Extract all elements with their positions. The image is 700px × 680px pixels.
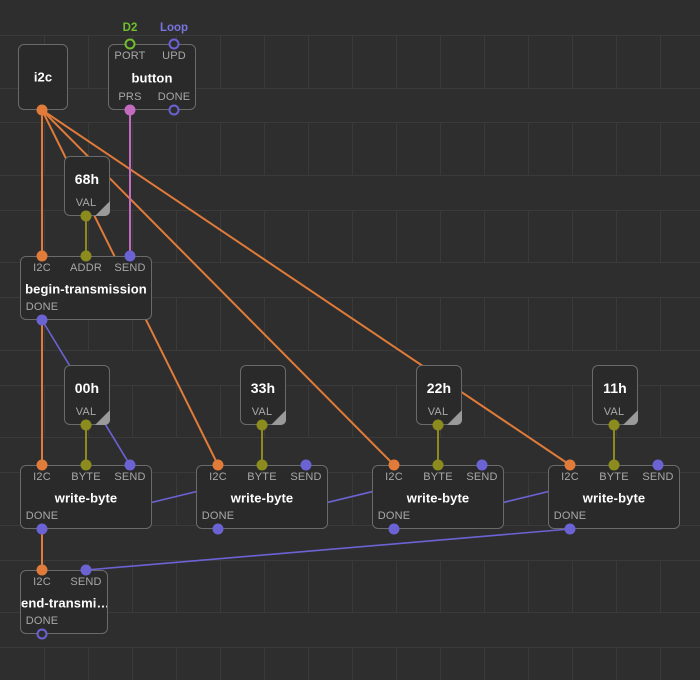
node-i2c-title: i2c xyxy=(33,69,53,85)
pin-wb2-done-label: DONE xyxy=(201,510,235,522)
pin-button-done[interactable] xyxy=(168,104,180,116)
node-write-byte-2-title: write-byte xyxy=(230,490,294,506)
pin-button-upd-label: UPD xyxy=(162,50,186,62)
pin-wb3-send-label: SEND xyxy=(466,471,498,483)
pin-wb3-byte[interactable] xyxy=(432,459,444,471)
pin-begin-done[interactable] xyxy=(36,314,48,326)
node-constant-33h-title: 33h xyxy=(250,380,276,396)
pin-button-port-label: PORT xyxy=(114,50,146,62)
pin-begin-i2c[interactable] xyxy=(36,250,48,262)
pin-wb2-byte-label: BYTE xyxy=(247,471,277,483)
pin-i2c-out[interactable] xyxy=(36,104,48,116)
pin-wb3-send[interactable] xyxy=(476,459,488,471)
pin-33h-val[interactable] xyxy=(256,419,268,431)
pin-68h-val[interactable] xyxy=(80,210,92,222)
node-write-byte-1-title: write-byte xyxy=(54,490,118,506)
node-i2c[interactable]: i2c xyxy=(18,44,68,110)
pin-button-upd[interactable] xyxy=(168,38,180,50)
pin-wb4-done[interactable] xyxy=(564,523,576,535)
pin-end-i2c[interactable] xyxy=(36,564,48,576)
pin-wb4-byte-label: BYTE xyxy=(599,471,629,483)
node-constant-11h-title: 11h xyxy=(603,380,627,396)
node-constant-22h-title: 22h xyxy=(426,380,452,396)
dog-ear-icon xyxy=(623,410,638,425)
node-write-byte-4-title: write-byte xyxy=(582,490,646,506)
pin-begin-send[interactable] xyxy=(124,250,136,262)
node-write-byte-3-title: write-byte xyxy=(406,490,470,506)
pin-begin-send-label: SEND xyxy=(114,262,146,274)
pin-wb4-byte[interactable] xyxy=(608,459,620,471)
pin-button-prs[interactable] xyxy=(124,104,136,116)
pin-wb2-byte[interactable] xyxy=(256,459,268,471)
dog-ear-icon xyxy=(447,410,462,425)
pin-button-prs-label: PRS xyxy=(118,91,142,103)
pin-wb2-send[interactable] xyxy=(300,459,312,471)
pin-wb1-done-label: DONE xyxy=(25,510,59,522)
pin-wb3-done-label: DONE xyxy=(377,510,411,522)
pin-wb3-i2c[interactable] xyxy=(388,459,400,471)
pin-end-done-label: DONE xyxy=(25,615,59,627)
dog-ear-icon xyxy=(95,410,110,425)
link-wb4-done-to-end-send[interactable] xyxy=(85,528,571,571)
pin-end-send[interactable] xyxy=(80,564,92,576)
pin-wb3-done[interactable] xyxy=(388,523,400,535)
pin-wb1-i2c-label: I2C xyxy=(33,471,51,483)
pin-end-send-label: SEND xyxy=(70,576,102,588)
pin-wb4-send-label: SEND xyxy=(642,471,674,483)
pin-begin-done-label: DONE xyxy=(25,301,59,313)
pin-end-done[interactable] xyxy=(36,628,48,640)
pin-wb4-send[interactable] xyxy=(652,459,664,471)
pin-22h-val[interactable] xyxy=(432,419,444,431)
pin-wb2-done[interactable] xyxy=(212,523,224,535)
pin-wb1-byte-label: BYTE xyxy=(71,471,101,483)
pin-wb1-send[interactable] xyxy=(124,459,136,471)
pin-wb2-i2c[interactable] xyxy=(212,459,224,471)
node-begin-transmission-title: begin-transmission xyxy=(25,281,147,297)
dog-ear-icon xyxy=(95,201,110,216)
pin-button-done-label: DONE xyxy=(157,91,191,103)
terminal-d2[interactable]: D2 xyxy=(123,22,138,34)
node-editor-canvas[interactable]: D2 Loop i2c button PORT UPD PRS DONE 68h VAL begi… xyxy=(0,0,700,680)
pin-wb4-done-label: DONE xyxy=(553,510,587,522)
pin-begin-i2c-label: I2C xyxy=(33,262,51,274)
pin-11h-val-label: VAL xyxy=(603,406,625,418)
pin-wb1-byte[interactable] xyxy=(80,459,92,471)
pin-wb3-byte-label: BYTE xyxy=(423,471,453,483)
pin-wb1-send-label: SEND xyxy=(114,471,146,483)
pin-68h-val-label: VAL xyxy=(75,197,97,209)
pin-wb1-i2c[interactable] xyxy=(36,459,48,471)
pin-11h-val[interactable] xyxy=(608,419,620,431)
pin-begin-addr[interactable] xyxy=(80,250,92,262)
pin-33h-val-label: VAL xyxy=(251,406,273,418)
pin-wb2-i2c-label: I2C xyxy=(209,471,227,483)
pin-22h-val-label: VAL xyxy=(427,406,449,418)
pin-begin-addr-label: ADDR xyxy=(70,262,102,274)
pin-end-i2c-label: I2C xyxy=(33,576,51,588)
pin-button-port[interactable] xyxy=(124,38,136,50)
pin-00h-val-label: VAL xyxy=(75,406,97,418)
terminal-loop[interactable]: Loop xyxy=(160,22,188,34)
pin-00h-val[interactable] xyxy=(80,419,92,431)
pin-wb1-done[interactable] xyxy=(36,523,48,535)
pin-wb3-i2c-label: I2C xyxy=(385,471,403,483)
node-constant-68h-title: 68h xyxy=(74,171,100,187)
dog-ear-icon xyxy=(271,410,286,425)
pin-wb4-i2c-label: I2C xyxy=(561,471,579,483)
pin-wb2-send-label: SEND xyxy=(290,471,322,483)
node-end-transmission-title: end-transmi… xyxy=(21,595,107,611)
node-button-title: button xyxy=(131,70,173,86)
node-constant-00h-title: 00h xyxy=(74,380,100,396)
pin-wb4-i2c[interactable] xyxy=(564,459,576,471)
